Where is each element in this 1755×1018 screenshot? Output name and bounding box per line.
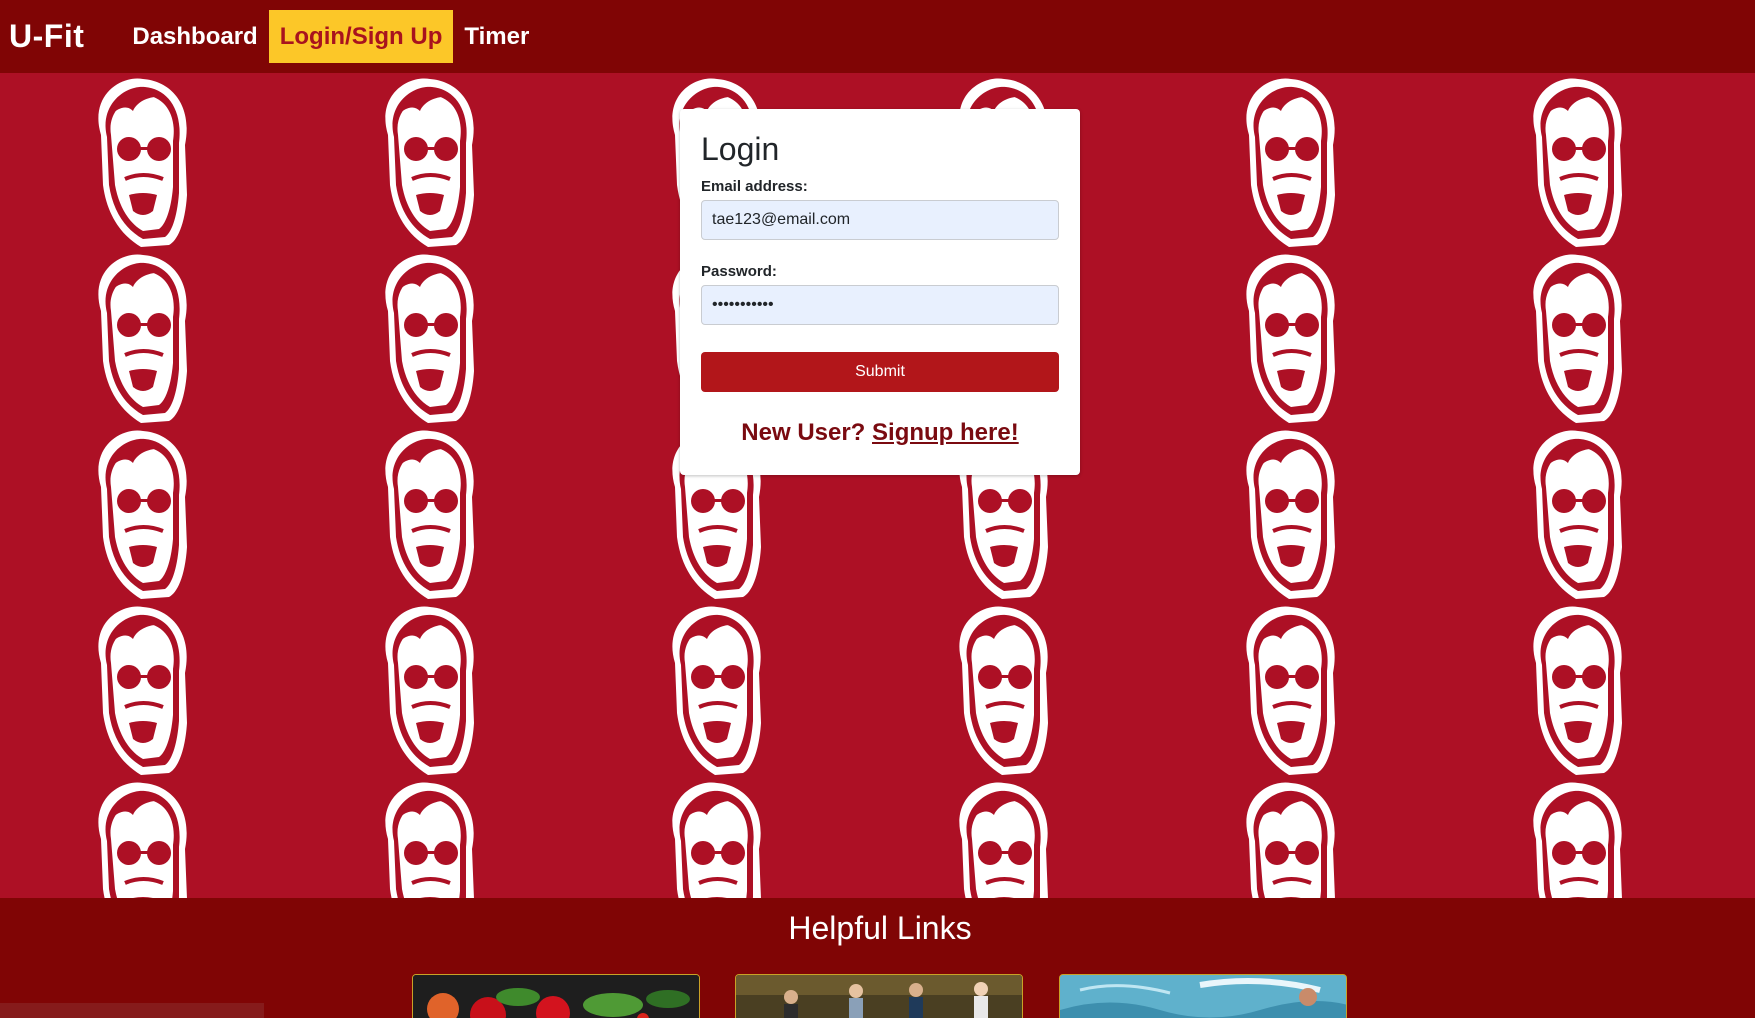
nav-timer[interactable]: Timer: [453, 10, 540, 63]
face-pattern-icon: [81, 75, 191, 247]
face-pattern-icon: [655, 603, 765, 775]
password-field[interactable]: [701, 284, 1059, 325]
nav-dashboard[interactable]: Dashboard: [121, 10, 268, 63]
helpful-links-title: Helpful Links: [788, 910, 972, 946]
login-title: Login: [701, 131, 780, 167]
swimmer-image: [1060, 975, 1346, 1018]
face-pattern-icon: [81, 427, 191, 599]
horizontal-scrollbar[interactable]: [0, 1003, 264, 1018]
face-pattern-icon: [655, 779, 765, 898]
helpful-link-card-walking[interactable]: [735, 974, 1023, 1018]
login-card: Login Email address: Password: Submit Ne…: [680, 109, 1080, 475]
helpful-link-card-swimming[interactable]: [1059, 974, 1347, 1018]
top-navbar: U-Fit Dashboard Login/Sign Up Timer: [0, 0, 1755, 73]
helpful-links-section: Helpful Links: [0, 898, 1755, 1018]
password-label: Password:: [701, 262, 777, 280]
face-pattern-icon: [368, 603, 478, 775]
face-pattern-icon: [942, 603, 1052, 775]
face-pattern-icon: [1516, 75, 1626, 247]
vegetables-image: [413, 975, 699, 1018]
face-pattern-icon: [368, 251, 478, 423]
new-user-text: New User?: [741, 418, 866, 446]
face-pattern-icon: [1516, 779, 1626, 898]
email-label: Email address:: [701, 177, 808, 195]
signup-link[interactable]: Signup here!: [872, 419, 1019, 446]
face-pattern-icon: [1516, 427, 1626, 599]
face-pattern-icon: [1229, 251, 1339, 423]
face-pattern-icon: [81, 603, 191, 775]
face-pattern-icon: [368, 427, 478, 599]
helpful-link-card-nutrition[interactable]: [412, 974, 700, 1018]
face-pattern-icon: [1516, 603, 1626, 775]
face-pattern-icon: [1229, 427, 1339, 599]
face-pattern-icon: [1229, 779, 1339, 898]
email-field[interactable]: [701, 199, 1059, 240]
face-pattern-icon: [368, 75, 478, 247]
people-walking-image: [736, 975, 1022, 1018]
face-pattern-icon: [1229, 603, 1339, 775]
face-pattern-icon: [1229, 75, 1339, 247]
nav-login-signup[interactable]: Login/Sign Up: [268, 10, 454, 63]
brand-logo[interactable]: U-Fit: [9, 18, 84, 55]
submit-button[interactable]: Submit: [701, 351, 1059, 392]
face-pattern-icon: [1516, 251, 1626, 423]
face-pattern-icon: [81, 779, 191, 898]
face-pattern-icon: [942, 779, 1052, 898]
face-pattern-icon: [368, 779, 478, 898]
face-pattern-icon: [81, 251, 191, 423]
new-user-prompt: New User? Signup here!: [701, 419, 1059, 447]
